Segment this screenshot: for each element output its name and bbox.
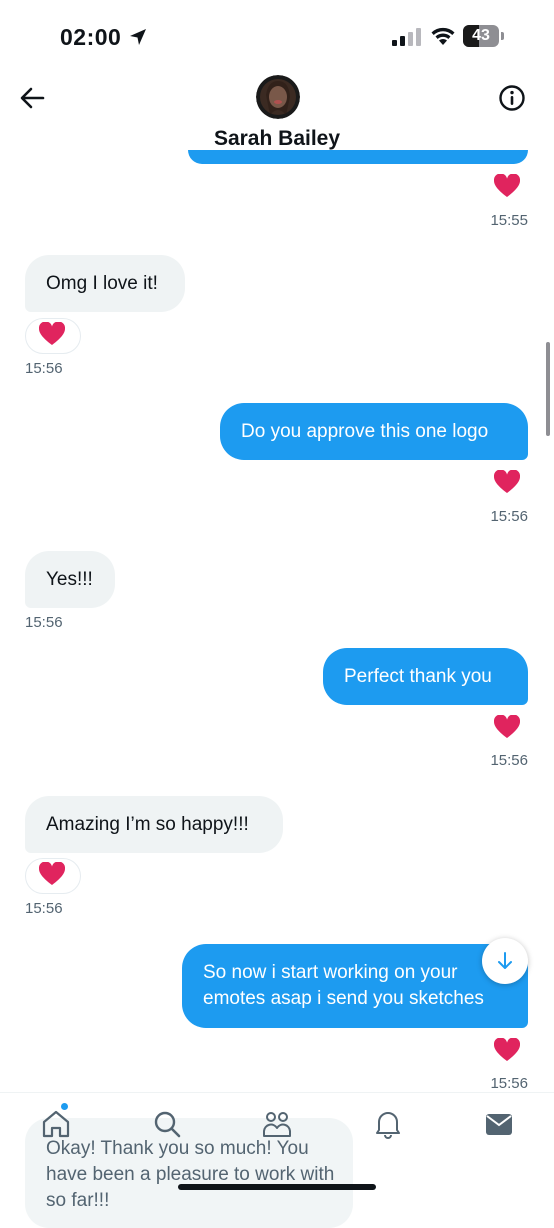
message-timestamp: 15:56 <box>490 508 528 525</box>
message-timestamp: 15:56 <box>490 1075 528 1092</box>
home-indicator[interactable] <box>178 1184 376 1190</box>
battery-indicator: 43 <box>463 25 504 47</box>
scrollbar[interactable] <box>546 342 550 436</box>
back-arrow-icon[interactable] <box>18 84 46 112</box>
message-timestamp: 15:56 <box>25 360 63 377</box>
message-text: Yes!!! <box>46 568 93 590</box>
wifi-icon <box>431 27 455 45</box>
heart-reaction-icon[interactable] <box>494 174 520 198</box>
scroll-to-bottom-button[interactable] <box>482 938 528 984</box>
message-text: So now i start working on your emotes as… <box>203 962 484 1009</box>
message-text: Perfect thank you <box>344 665 492 687</box>
message-timestamp: 15:56 <box>490 752 528 769</box>
messages-icon[interactable] <box>484 1109 514 1139</box>
location-arrow-icon <box>130 29 146 45</box>
message-text: Okay! Thank you so much! You have been a… <box>46 1138 335 1211</box>
info-icon[interactable] <box>498 84 526 112</box>
heart-reaction-icon[interactable] <box>494 715 520 739</box>
incoming-message[interactable]: Yes!!! <box>25 551 115 608</box>
home-icon[interactable] <box>41 1109 71 1139</box>
message-timestamp: 15:56 <box>25 900 63 917</box>
message-text: Omg I love it! <box>46 272 158 294</box>
outgoing-message[interactable]: Do you approve this one logo <box>220 403 528 460</box>
avatar[interactable] <box>256 75 300 119</box>
search-icon[interactable] <box>152 1109 182 1139</box>
message-text: Amazing I’m so happy!!! <box>46 813 249 835</box>
outgoing-message[interactable]: So now i start working on your emotes as… <box>182 944 528 1028</box>
message-timestamp: 15:56 <box>25 614 63 631</box>
status-time: 02:00 <box>60 24 122 50</box>
battery-level: 43 <box>472 27 490 44</box>
communities-icon[interactable] <box>262 1109 292 1139</box>
heart-reaction-icon[interactable] <box>39 322 65 346</box>
cellular-signal-icon <box>392 28 421 46</box>
outgoing-message[interactable]: Perfect thank you <box>323 648 528 705</box>
contact-name[interactable]: Sarah Bailey <box>0 127 554 151</box>
heart-reaction-icon[interactable] <box>494 470 520 494</box>
arrow-down-icon <box>498 952 512 969</box>
heart-reaction-icon[interactable] <box>494 1038 520 1062</box>
notifications-icon[interactable] <box>373 1109 403 1139</box>
message-text: Do you approve this one logo <box>241 420 489 442</box>
status-bar: 02:00 43 <box>0 0 554 70</box>
incoming-message[interactable]: Omg I love it! <box>25 255 185 312</box>
message-timestamp: 15:55 <box>490 212 528 229</box>
previous-message-bubble[interactable] <box>188 150 528 164</box>
heart-reaction-icon[interactable] <box>39 862 65 886</box>
incoming-message[interactable]: Amazing I’m so happy!!! <box>25 796 283 853</box>
